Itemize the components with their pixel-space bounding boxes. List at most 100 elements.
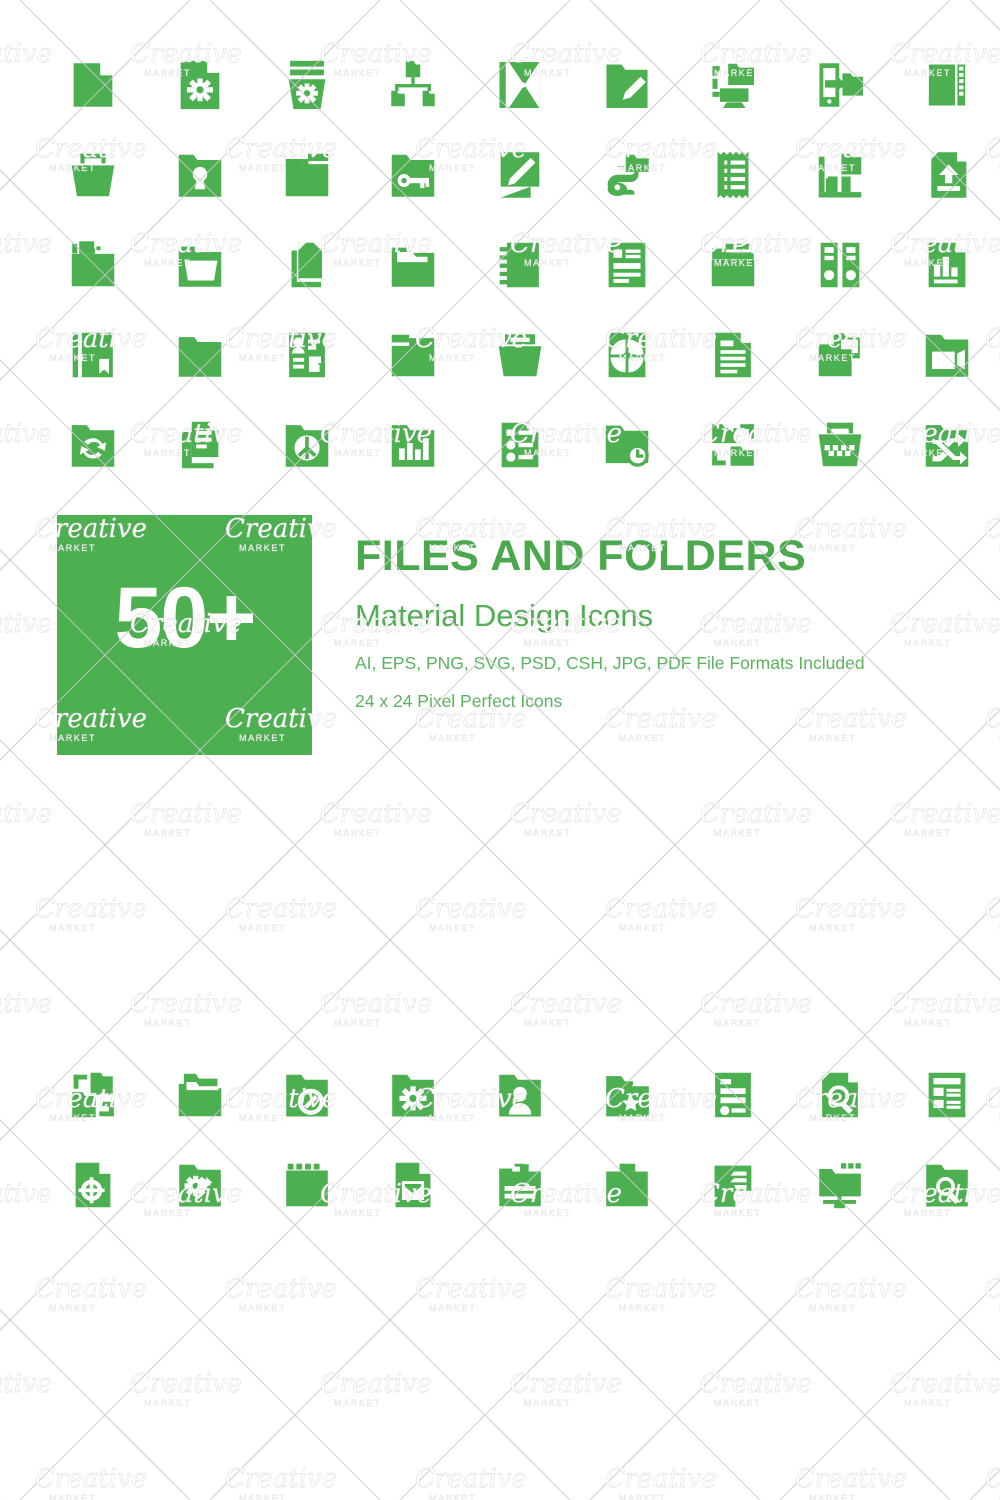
folder-mobile-transfer-icon xyxy=(811,56,869,114)
formats-line: AI, EPS, PNG, SVG, PSD, CSH, JPG, PDF Fi… xyxy=(355,653,865,673)
folder-drawer-icon xyxy=(491,326,549,384)
count-badge-label: 50+ xyxy=(114,570,257,666)
watermark-logo: CreativeMARKET xyxy=(225,894,338,933)
watermark-logo: CreativeMARKET xyxy=(0,1369,52,1399)
svg-text:MARKET: MARKET xyxy=(144,1018,191,1028)
icon-cell xyxy=(787,1050,894,1140)
folder-move-icon xyxy=(704,416,762,474)
binders-icon xyxy=(811,236,869,294)
icon-cell xyxy=(40,400,147,490)
svg-text:MARKET: MARKET xyxy=(334,828,381,838)
icon-cell xyxy=(253,220,360,310)
icon-cell xyxy=(573,220,680,310)
watermark-logo: CreativeMARKET xyxy=(510,799,623,838)
svg-text:MARKET: MARKET xyxy=(239,1493,286,1500)
icon-cell xyxy=(253,400,360,490)
icon-cell xyxy=(893,1140,1000,1230)
icon-cell xyxy=(893,220,1000,310)
svg-text:MARKET: MARKET xyxy=(714,1398,761,1408)
folder-desktop-icon xyxy=(704,56,762,114)
icon-cell xyxy=(680,310,787,400)
svg-text:MARKET: MARKET xyxy=(714,1018,761,1028)
icon-cell xyxy=(147,310,254,400)
icon-cell xyxy=(467,1140,574,1230)
svg-text:MARKET: MARKET xyxy=(429,1493,476,1500)
svg-text:MARKET: MARKET xyxy=(144,1398,191,1408)
icon-cell xyxy=(147,40,254,130)
svg-text:MARKET: MARKET xyxy=(0,448,1,458)
folder-network-icon xyxy=(811,1156,869,1214)
file-previous-icon xyxy=(491,56,549,114)
icon-cell xyxy=(253,1050,360,1140)
icon-cell xyxy=(467,220,574,310)
svg-text:MARKET: MARKET xyxy=(429,923,476,933)
folder-peace-icon xyxy=(278,416,336,474)
watermark-logo: CreativeMARKET xyxy=(605,1274,718,1313)
watermark-logo: CreativeMARKET xyxy=(510,1369,623,1408)
icon-cell xyxy=(787,40,894,130)
watermark-logo: CreativeMARKET xyxy=(0,989,52,1019)
watermark-logo: CreativeMARKET xyxy=(985,894,1000,933)
svg-text:Creative: Creative xyxy=(890,1369,1000,1399)
folder-settings-icon xyxy=(278,56,336,114)
file-table-icon xyxy=(918,1066,976,1124)
svg-text:Creative: Creative xyxy=(985,1274,1000,1304)
folder-repair-icon xyxy=(171,1156,229,1214)
folder-wide-icon xyxy=(171,326,229,384)
icon-cell xyxy=(40,1140,147,1230)
svg-text:Creative: Creative xyxy=(890,989,1000,1019)
svg-text:Creative: Creative xyxy=(130,989,242,1019)
icon-cell xyxy=(147,1140,254,1230)
receipt-icon xyxy=(704,146,762,204)
icon-cell xyxy=(680,40,787,130)
watermark-logo: CreativeMARKET xyxy=(35,1464,148,1500)
icon-grid-bottom xyxy=(40,1050,1000,1230)
svg-text:Creative: Creative xyxy=(225,1274,337,1304)
folder-bar-chart-icon xyxy=(384,416,442,474)
folder-user-icon xyxy=(491,1066,549,1124)
icon-cell xyxy=(787,130,894,220)
icon-cell xyxy=(787,1140,894,1230)
icon-cell xyxy=(253,1140,360,1230)
icon-cell xyxy=(573,130,680,220)
svg-text:Creative: Creative xyxy=(130,1369,242,1399)
svg-text:Creative: Creative xyxy=(0,799,52,829)
folder-open-empty-icon xyxy=(384,236,442,294)
svg-text:MARKET: MARKET xyxy=(0,68,1,78)
icon-cell xyxy=(253,310,360,400)
count-badge: 50+ xyxy=(57,515,312,755)
folder-lock-icon xyxy=(171,146,229,204)
svg-text:Creative: Creative xyxy=(795,1464,907,1494)
watermark-logo: CreativeMARKET xyxy=(320,1369,433,1408)
watermark-logo: CreativeMARKET xyxy=(35,894,148,933)
icon-cell xyxy=(40,130,147,220)
svg-text:Creative: Creative xyxy=(605,894,717,924)
file-list-icon xyxy=(598,236,656,294)
svg-text:MARKET: MARKET xyxy=(49,923,96,933)
svg-text:Creative: Creative xyxy=(985,894,1000,924)
file-upload-icon xyxy=(918,146,976,204)
icon-cell xyxy=(360,40,467,130)
svg-text:MARKET: MARKET xyxy=(49,1493,96,1500)
icon-grid-top xyxy=(40,40,1000,490)
folder-open-files-icon xyxy=(64,236,122,294)
watermark-logo: CreativeMARKET xyxy=(890,1369,1000,1408)
svg-text:Creative: Creative xyxy=(605,1274,717,1304)
folder-clock-icon xyxy=(598,416,656,474)
icon-cell xyxy=(40,310,147,400)
folder-trash-icon xyxy=(811,416,869,474)
icon-cell xyxy=(680,130,787,220)
watermark-logo: CreativeMARKET xyxy=(225,1274,338,1313)
svg-text:MARKET: MARKET xyxy=(904,1018,951,1028)
icon-cell xyxy=(147,400,254,490)
svg-text:Creative: Creative xyxy=(415,894,527,924)
svg-text:MARKET: MARKET xyxy=(714,828,761,838)
svg-text:MARKET: MARKET xyxy=(619,1303,666,1313)
watermark-logo: CreativeMARKET xyxy=(0,799,52,829)
icon-cell xyxy=(253,40,360,130)
svg-text:Creative: Creative xyxy=(130,799,242,829)
file-checklist-icon xyxy=(491,416,549,474)
svg-text:MARKET: MARKET xyxy=(904,828,951,838)
icon-cell xyxy=(573,1050,680,1140)
icon-cell xyxy=(893,400,1000,490)
